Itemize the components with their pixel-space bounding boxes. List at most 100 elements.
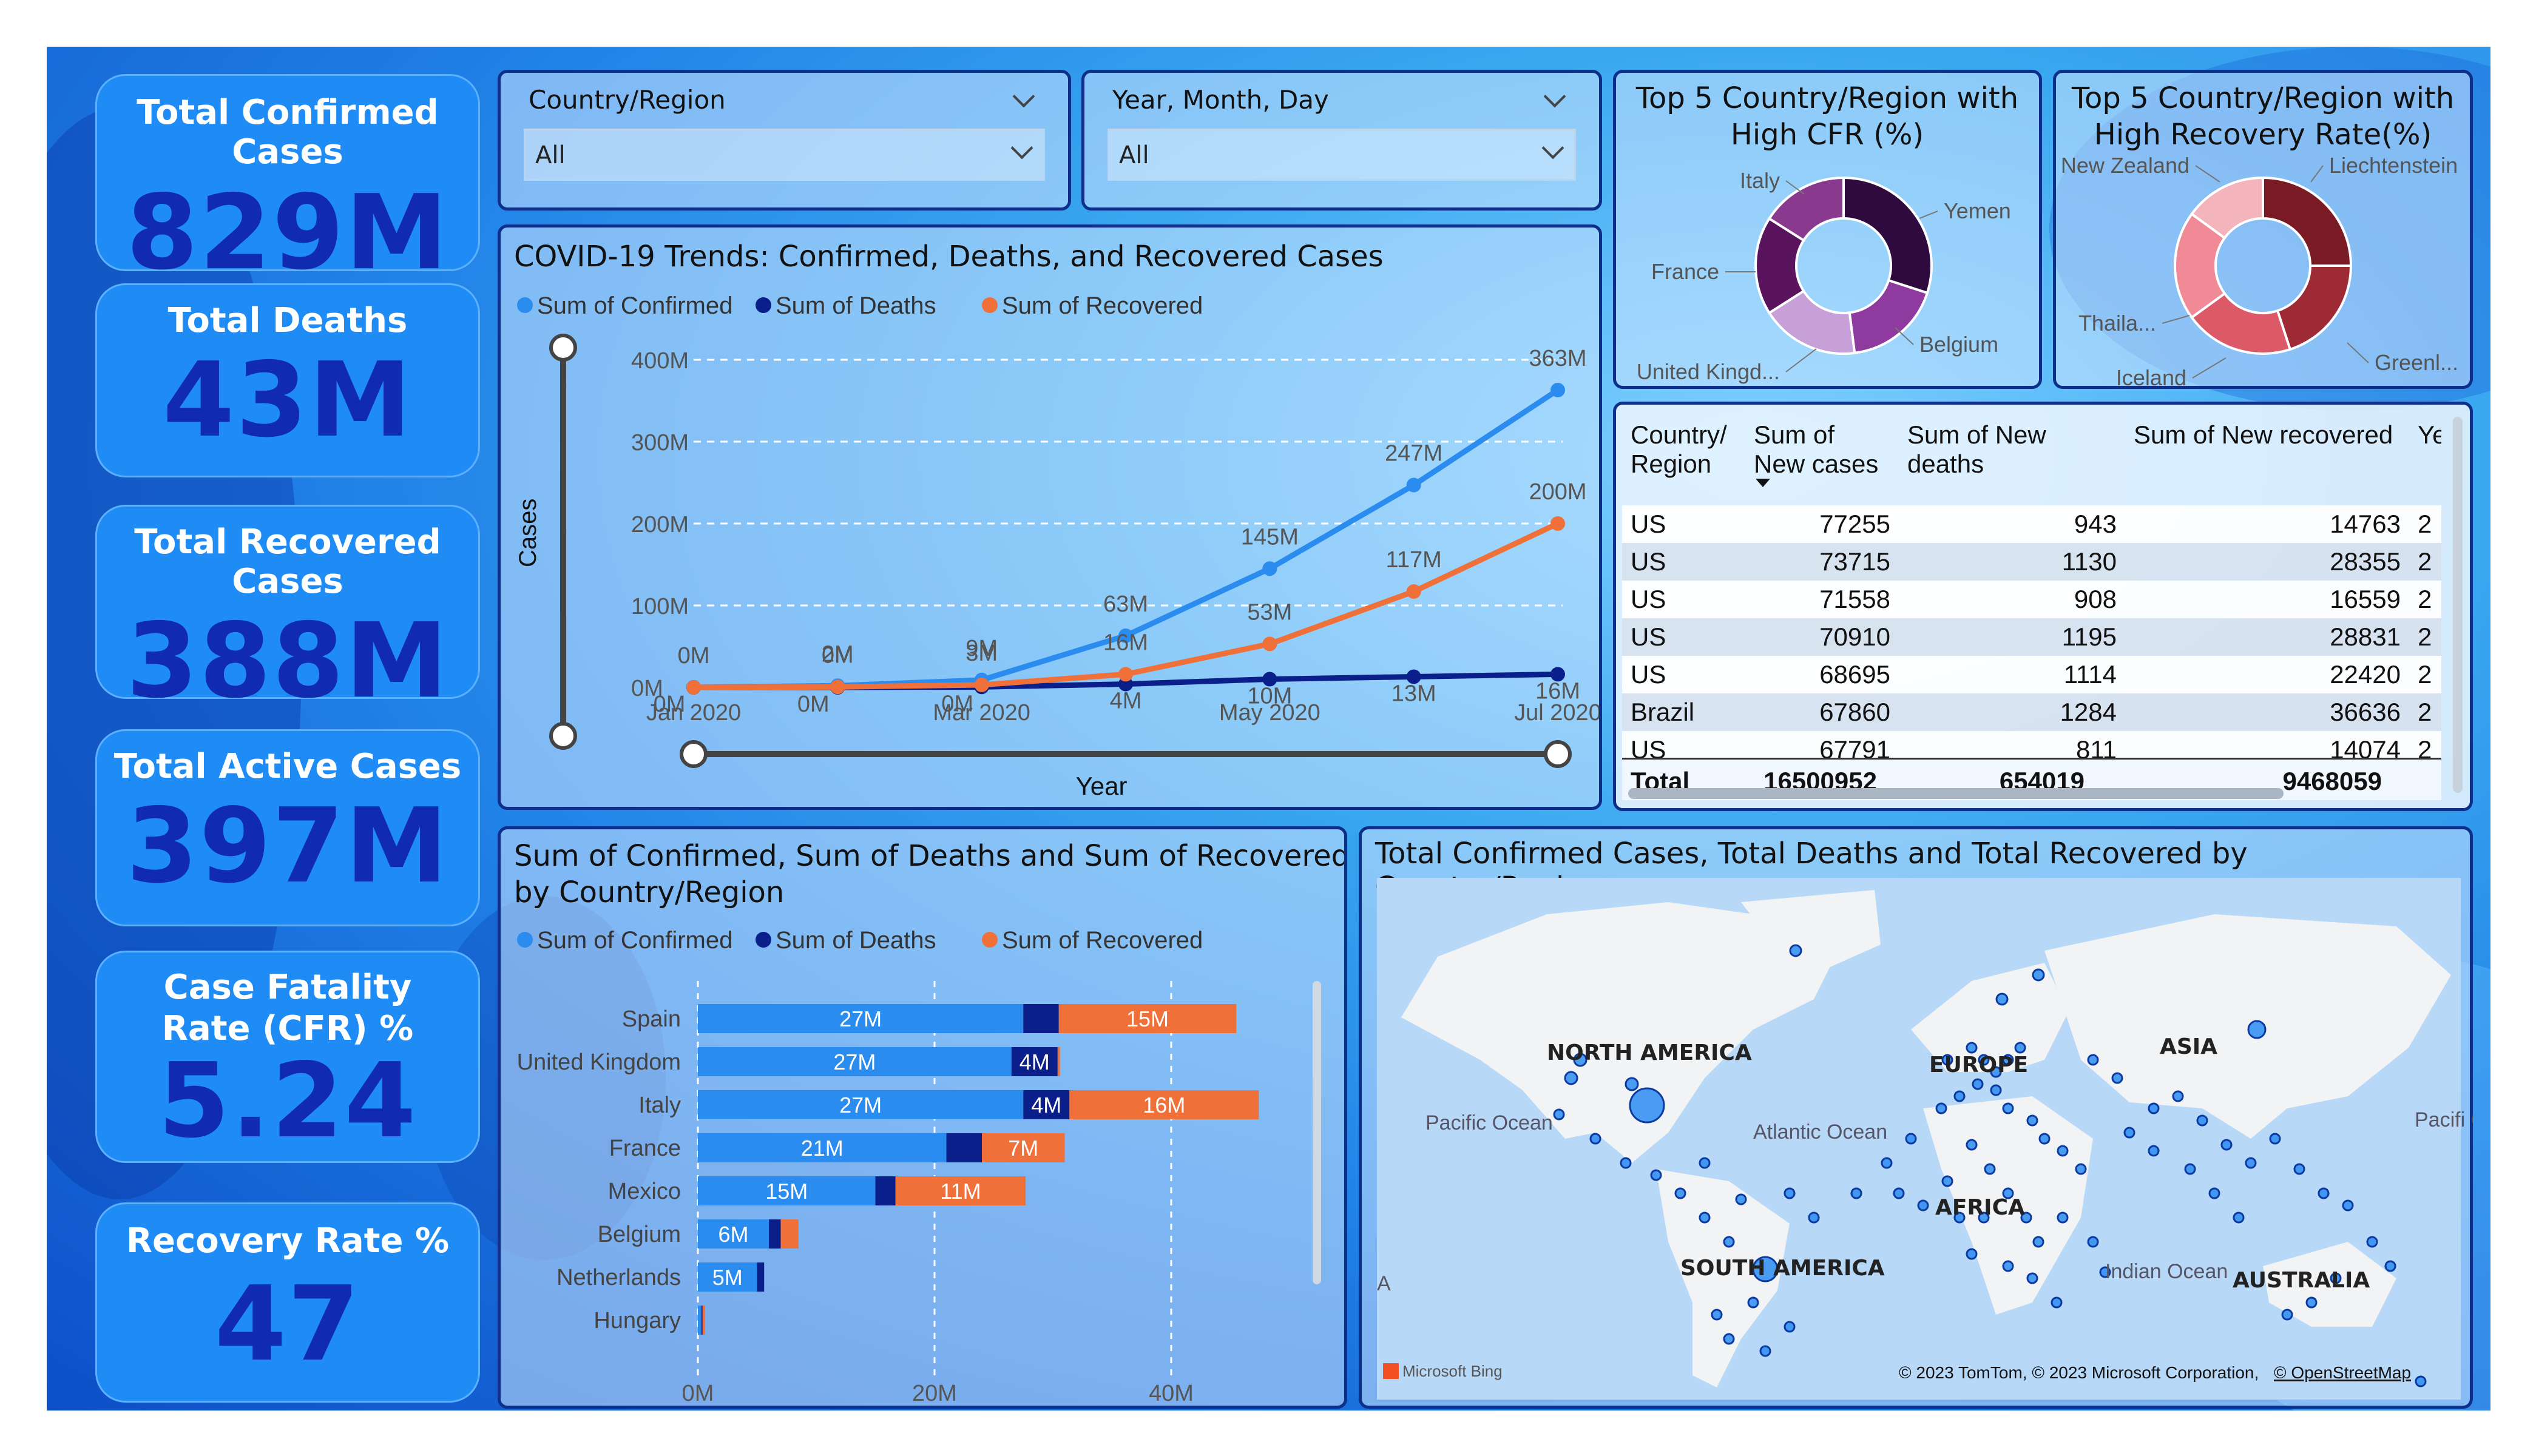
country-bar-chart[interactable]: Sum of Confirmed, Sum of Deaths and Sum …: [501, 829, 1344, 1406]
table-row[interactable]: US 73715 1130 28355 2: [1622, 543, 2441, 581]
map-bubble[interactable]: [1850, 1187, 1862, 1199]
map-bubble[interactable]: [1759, 1345, 1771, 1357]
chevron-down-icon[interactable]: [1543, 85, 1566, 108]
x-slider-handle-left[interactable]: [680, 740, 708, 768]
map-bubble[interactable]: [2087, 1236, 2099, 1248]
data-point[interactable]: [1406, 584, 1421, 599]
vertical-scrollbar[interactable]: [2453, 417, 2463, 793]
cfr-donut-chart[interactable]: Top 5 Country/Region with High CFR (%) Y…: [1616, 73, 2039, 386]
map-bubble[interactable]: [2123, 1127, 2135, 1139]
map-bubble[interactable]: [2026, 1114, 2038, 1127]
table-scroll-area[interactable]: Country/ Region Sum of New cases Sum of …: [1622, 412, 2441, 800]
date-dropdown[interactable]: All: [1107, 129, 1576, 181]
map-bubble[interactable]: [1784, 1187, 1796, 1199]
openstreetmap-link[interactable]: © OpenStreetMap: [2274, 1363, 2411, 1382]
bar-segment[interactable]: [698, 1306, 702, 1335]
map-bubble[interactable]: [1966, 1042, 1978, 1054]
map-bubble[interactable]: [2032, 1236, 2044, 1248]
map-bubble[interactable]: [2148, 1102, 2160, 1114]
map-bubble[interactable]: [1972, 1078, 1984, 1090]
donut-slice[interactable]: [1848, 278, 1929, 355]
legend-recovered[interactable]: Sum of Recovered: [1002, 927, 1203, 954]
map-bubble[interactable]: [2366, 1236, 2378, 1248]
legend-recovered[interactable]: Sum of Recovered: [1002, 292, 1203, 319]
table-row[interactable]: US 70910 1195 28831 2: [1622, 618, 2441, 656]
map-bubble[interactable]: [1995, 993, 2009, 1006]
map-bubble[interactable]: [2051, 1296, 2063, 1309]
country-region-dropdown[interactable]: All: [524, 129, 1045, 181]
map-bubble[interactable]: [1935, 1102, 1947, 1114]
map-bubble[interactable]: [2002, 1102, 2014, 1114]
legend-deaths[interactable]: Sum of Deaths: [776, 927, 936, 954]
map-bubble[interactable]: [1747, 1296, 1759, 1309]
map-bubble[interactable]: [1893, 1187, 1905, 1199]
map-bubble[interactable]: [1625, 1077, 1639, 1091]
map-bubble[interactable]: [2148, 1145, 2160, 1157]
map-bubble[interactable]: [1723, 1236, 1735, 1248]
map-bubble[interactable]: [2057, 1145, 2069, 1157]
y-slider-handle-bottom[interactable]: [549, 722, 577, 750]
map-bubble[interactable]: [1953, 1090, 1966, 1102]
header-year[interactable]: Ye: [2409, 412, 2441, 505]
data-point[interactable]: [1262, 561, 1277, 576]
data-point[interactable]: [974, 677, 989, 692]
map-bubble[interactable]: [1917, 1199, 1929, 1212]
y-slider-handle-top[interactable]: [549, 334, 577, 362]
map-bubble[interactable]: [2184, 1163, 2196, 1175]
map-bubble[interactable]: [1699, 1157, 1711, 1169]
data-point[interactable]: [830, 679, 845, 695]
donut-slice[interactable]: [2262, 176, 2353, 267]
data-point[interactable]: [1262, 636, 1277, 652]
bar-segment[interactable]: [757, 1262, 765, 1292]
map-bubble[interactable]: [1984, 1163, 1996, 1175]
bar-segment[interactable]: [1057, 1047, 1060, 1076]
horizontal-scrollbar[interactable]: [1628, 788, 2284, 799]
data-point[interactable]: [1550, 516, 1565, 531]
data-point[interactable]: [1550, 382, 1565, 397]
map-bubble[interactable]: [2208, 1187, 2220, 1199]
map-bubble[interactable]: [1735, 1193, 1747, 1205]
map-bubble[interactable]: [2342, 1199, 2354, 1212]
table-row[interactable]: Brazil 67860 1284 36636 2: [1622, 693, 2441, 731]
world-map[interactable]: NORTH AMERICA SOUTH AMERICA EUROPE AFRIC…: [1365, 878, 2473, 1406]
map-bubble[interactable]: [1723, 1333, 1735, 1345]
map-bubble[interactable]: [1674, 1187, 1686, 1199]
map-bubble[interactable]: [2247, 1020, 2267, 1039]
table-row[interactable]: US 71558 908 16559 2: [1622, 581, 2441, 618]
map-bubble[interactable]: [2220, 1139, 2233, 1151]
map-bubble[interactable]: [2384, 1260, 2396, 1272]
header-new-recovered[interactable]: Sum of New recovered: [2125, 412, 2409, 505]
map-bubble[interactable]: [1990, 1084, 2002, 1096]
map-bubble[interactable]: [1564, 1071, 1578, 1085]
legend-deaths[interactable]: Sum of Deaths: [776, 292, 936, 319]
trend-line-chart[interactable]: COVID-19 Trends: Confirmed, Deaths, and …: [501, 228, 1599, 807]
map-bubble[interactable]: [2293, 1163, 2305, 1175]
map-bubble[interactable]: [2305, 1296, 2318, 1309]
bar-segment[interactable]: [780, 1219, 799, 1249]
map-bubble[interactable]: [2172, 1090, 2184, 1102]
bar-segment[interactable]: [1023, 1004, 1059, 1033]
legend-confirmed[interactable]: Sum of Confirmed: [537, 927, 732, 954]
table-row[interactable]: US 77255 943 14763 2: [1622, 505, 2441, 543]
map-bubble[interactable]: [2087, 1054, 2099, 1066]
donut-slice[interactable]: [2276, 265, 2353, 351]
bar-segment[interactable]: [769, 1219, 781, 1249]
map-bubble[interactable]: [2233, 1212, 2245, 1224]
map-bubble[interactable]: [2111, 1072, 2123, 1084]
data-point[interactable]: [1118, 667, 1133, 682]
map-bubble[interactable]: [1905, 1133, 1917, 1145]
map-bubble[interactable]: [1711, 1309, 1723, 1321]
bar-segment[interactable]: [875, 1176, 896, 1205]
table-row[interactable]: US 68695 1114 22420 2: [1622, 656, 2441, 693]
map-bubble[interactable]: [1589, 1133, 1601, 1145]
bar-segment[interactable]: [946, 1133, 982, 1162]
data-point[interactable]: [686, 680, 701, 695]
map-bubble[interactable]: [1966, 1248, 1978, 1260]
map-bubble[interactable]: [2245, 1157, 2257, 1169]
map-bubble[interactable]: [1941, 1175, 1953, 1187]
map-bubble[interactable]: [2318, 1187, 2330, 1199]
map-bubble[interactable]: [1629, 1087, 1665, 1124]
data-point[interactable]: [1406, 477, 1421, 493]
map-bubble[interactable]: [1881, 1157, 1893, 1169]
map-bubble[interactable]: [2281, 1309, 2293, 1321]
